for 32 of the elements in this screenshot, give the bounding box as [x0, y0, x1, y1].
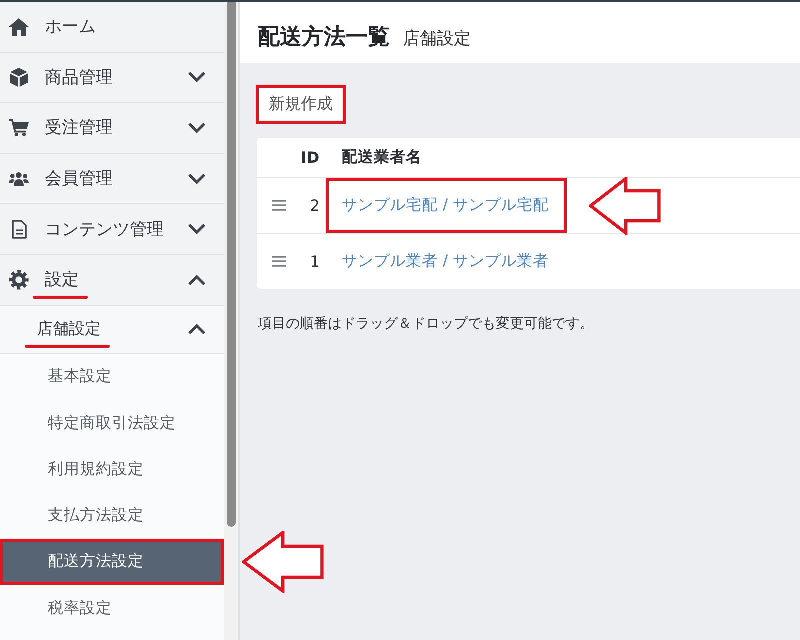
table-cell-text: 2: [309, 196, 320, 216]
carrier-link[interactable]: サンプル業者 / サンプル業者: [342, 251, 550, 272]
chevron-down-icon[interactable]: [188, 71, 206, 84]
cube-icon: [10, 68, 28, 87]
column-header: ID: [301, 148, 320, 166]
chevron-down-icon[interactable]: [188, 223, 206, 236]
sidebar-item[interactable]: 受注管理: [0, 103, 224, 154]
page-title: 配送方法一覧: [258, 24, 390, 52]
chevron-up-icon[interactable]: [188, 274, 206, 286]
column-header: 配送業者名: [341, 147, 423, 168]
sidebar-item[interactable]: ホーム: [0, 2, 224, 53]
sidebar-item[interactable]: 設定: [0, 254, 224, 306]
gear-icon: [9, 270, 29, 290]
sidebar-item[interactable]: 店舗設定: [0, 306, 224, 354]
scrollbar-thumb[interactable]: [227, 2, 236, 527]
carrier-link[interactable]: サンプル宅配 / サンプル宅配: [342, 195, 550, 216]
new-button[interactable]: 新規作成: [259, 88, 343, 121]
drag-handle-icon[interactable]: [272, 200, 286, 211]
sidebar-item[interactable]: 会員管理: [0, 154, 224, 204]
cart-icon: [9, 118, 29, 138]
help-text: 項目の順番はドラッグ＆ドロップでも変更可能です。: [258, 315, 595, 333]
chevron-down-icon[interactable]: [188, 172, 206, 185]
sidebar-item[interactable]: コンテンツ管理: [0, 204, 224, 255]
sidebar-item[interactable]: 商品管理: [0, 52, 224, 104]
chevron-up-icon[interactable]: [188, 323, 206, 336]
page-subtitle: 店舗設定: [403, 28, 471, 50]
drag-handle-icon[interactable]: [272, 256, 286, 267]
table-cell-text: 1: [309, 252, 320, 272]
users-icon: [9, 170, 29, 187]
house-icon: [9, 18, 29, 36]
chevron-down-icon[interactable]: [188, 122, 206, 134]
document-icon: [12, 220, 26, 239]
